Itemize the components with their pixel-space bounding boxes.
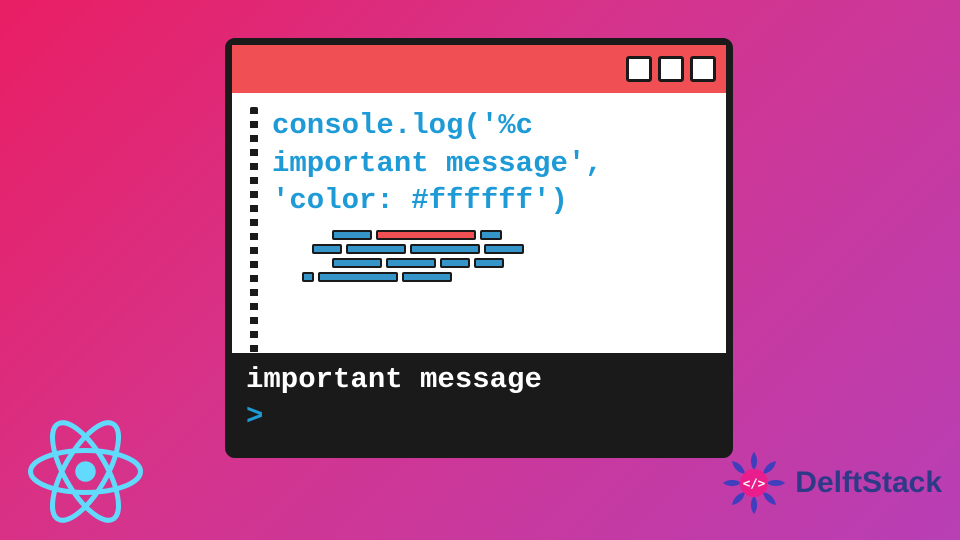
decorative-bricks bbox=[272, 230, 714, 282]
svg-text:</>: </> bbox=[743, 476, 766, 491]
code-area: console.log('%c important message', 'col… bbox=[232, 93, 726, 353]
window-control-icon bbox=[690, 56, 716, 82]
window-control-icon bbox=[626, 56, 652, 82]
delftstack-ornament-icon: </> bbox=[715, 444, 793, 522]
delftstack-logo: </> DelftStack bbox=[715, 444, 942, 522]
window-titlebar bbox=[232, 45, 726, 93]
terminal-window: console.log('%c important message', 'col… bbox=[225, 38, 733, 458]
console-prompt: > bbox=[246, 400, 712, 433]
brand-name: DelftStack bbox=[795, 466, 942, 500]
console-output-area: important message > bbox=[232, 353, 726, 451]
line-gutter bbox=[250, 107, 258, 353]
code-line: 'color: #ffffff') bbox=[272, 182, 714, 220]
react-icon bbox=[28, 419, 143, 524]
window-control-icon bbox=[658, 56, 684, 82]
console-message: important message bbox=[246, 363, 712, 396]
code-line: important message', bbox=[272, 145, 714, 183]
code-line: console.log('%c bbox=[272, 107, 714, 145]
